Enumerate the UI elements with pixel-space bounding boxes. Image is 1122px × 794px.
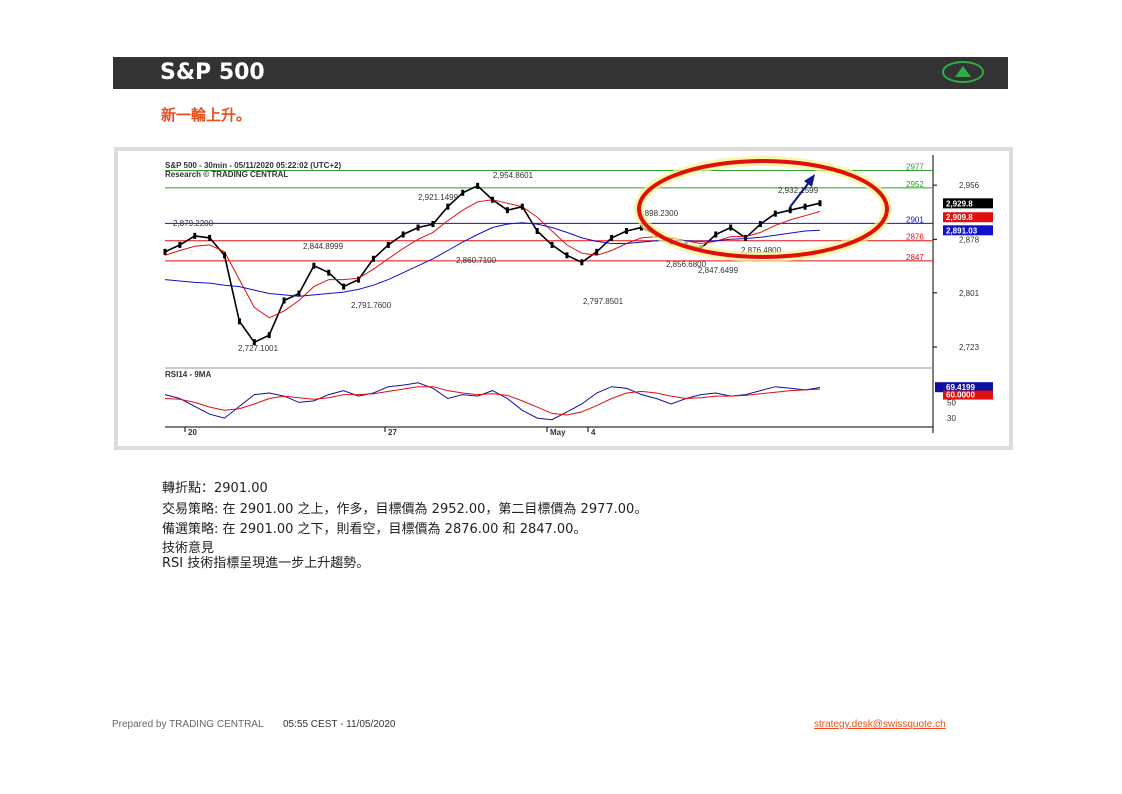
price-candle	[297, 290, 301, 297]
price-candle	[476, 182, 480, 189]
price-candle	[610, 234, 614, 241]
price-candle	[505, 207, 509, 214]
price-tick-label: 2,723	[959, 343, 980, 352]
trend-up-button[interactable]	[942, 61, 984, 83]
price-tick-label: 2,878	[959, 235, 980, 244]
price-candle	[431, 221, 435, 228]
chart-header-line1: S&P 500 - 30min - 05/11/2020 05:22:02 (U…	[165, 161, 342, 170]
technical-comment-title: 技術意見	[162, 540, 215, 556]
price-candle	[446, 203, 450, 210]
price-candle	[342, 283, 346, 290]
price-tick-label: 2,956	[959, 181, 980, 190]
price-candle	[386, 241, 390, 248]
rsi-tag-label: 60.0000	[946, 391, 975, 400]
price-candle	[371, 255, 375, 262]
date-label: May	[550, 428, 566, 437]
price-annotation: 2,860.7100	[456, 256, 497, 265]
price-annotation: 2,847.6499	[698, 266, 739, 275]
price-candle	[580, 259, 584, 266]
price-candle	[267, 332, 271, 339]
report-header: S&P 500	[113, 57, 1008, 89]
level-label: 2901	[906, 215, 924, 224]
price-annotation: 2,932.1599	[778, 186, 819, 195]
price-candle	[223, 252, 227, 259]
technical-comment: RSI 技術指標呈現進一步上升趨勢。	[162, 555, 370, 571]
price-candle	[327, 269, 331, 276]
price-candle	[520, 203, 524, 210]
price-candle	[565, 252, 569, 259]
price-annotation: 2,921.1499	[418, 193, 459, 202]
price-candle	[208, 234, 212, 241]
level-label: 2876	[906, 233, 924, 242]
price-candle	[237, 318, 241, 325]
price-annotation: 2,791.7600	[351, 301, 392, 310]
price-annotation: 2,727.1001	[238, 344, 279, 353]
price-candle	[773, 210, 777, 217]
price-candle	[803, 203, 807, 210]
rsi-tick-label: 30	[947, 414, 956, 423]
chart-canvas: S&P 500 - 30min - 05/11/2020 05:22:02 (U…	[163, 155, 993, 437]
price-annotation: 2,954.8601	[493, 171, 534, 180]
level-label: 2847	[906, 253, 924, 262]
price-candle	[535, 228, 539, 234]
price-candle	[744, 234, 748, 241]
price-candle	[758, 221, 762, 228]
price-candle	[163, 248, 167, 255]
rsi-label: RSI14 - 9MA	[165, 370, 211, 379]
price-candle	[491, 196, 494, 203]
chart-header-line2: Research © TRADING CENTRAL	[165, 170, 288, 179]
level-label: 2977	[906, 163, 924, 172]
price-candle	[729, 224, 733, 231]
price-candle	[788, 207, 792, 214]
price-candle	[193, 232, 197, 239]
rsi-tick-label: 50	[947, 398, 956, 407]
price-annotation: 2,879.2200	[173, 219, 214, 228]
instrument-title: S&P 500	[160, 60, 265, 85]
up-triangle-icon	[955, 66, 971, 77]
price-candle	[282, 297, 286, 304]
price-candle	[357, 276, 361, 283]
report-timestamp: 05:55 CEST - 11/05/2020	[283, 719, 396, 730]
date-label: 20	[188, 428, 197, 437]
price-tag-label: 2,929.8	[946, 199, 973, 208]
price-candle	[312, 262, 316, 269]
prepared-by: Prepared by TRADING CENTRAL	[112, 719, 264, 730]
price-candle	[416, 224, 420, 231]
headline-subtitle: 新一輪上升。	[161, 106, 252, 124]
level-label: 2952	[906, 180, 924, 189]
price-candle	[818, 200, 822, 207]
price-candle	[550, 241, 554, 248]
price-tag-label: 2,891.03	[946, 226, 978, 235]
alternative-strategy: 備選策略: 在 2901.00 之下，則看空，目標價為 2876.00 和 28…	[162, 522, 587, 537]
date-label: 4	[591, 428, 596, 437]
price-annotation: 2,844.8999	[303, 242, 344, 251]
contact-email-link[interactable]: strategy.desk@swissquote.ch	[814, 719, 946, 730]
price-candle	[624, 228, 628, 234]
rsi-line	[164, 382, 821, 421]
price-annotation: 2,797.8501	[583, 297, 624, 306]
analysis-block: 轉折點：2901.00 交易策略: 在 2901.00 之上，作多，目標價為 2…	[162, 479, 647, 571]
date-label: 27	[388, 428, 397, 437]
price-tag-label: 2,909.8	[946, 213, 973, 222]
price-candle	[714, 231, 718, 238]
trading-strategy: 交易策略: 在 2901.00 之上，作多，目標價為 2952.00，第二目標價…	[162, 501, 648, 517]
price-candle	[401, 231, 405, 238]
price-candle	[595, 248, 599, 255]
price-candle	[178, 241, 182, 248]
price-candle	[461, 189, 465, 196]
price-chart: S&P 500 - 30min - 05/11/2020 05:22:02 (U…	[114, 147, 1013, 450]
price-tick-label: 2,801	[959, 289, 980, 298]
pivot-point: 轉折點：2901.00	[162, 481, 268, 496]
